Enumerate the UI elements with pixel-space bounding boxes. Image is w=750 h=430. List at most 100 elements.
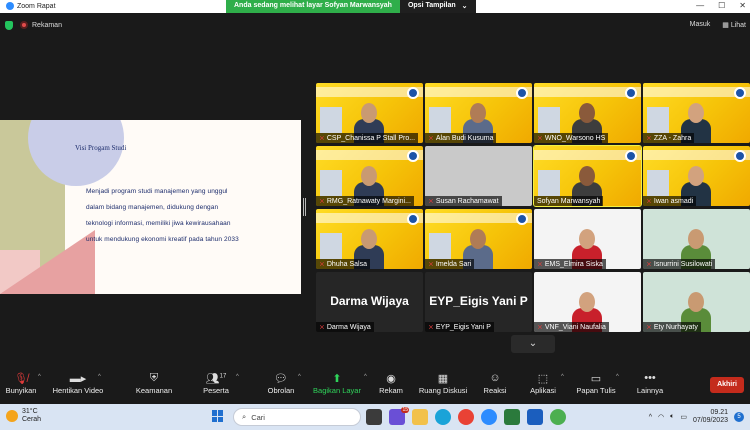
battery-icon[interactable]: ▭ [680, 413, 687, 421]
end-meeting-button[interactable]: Akhiri [710, 377, 744, 393]
unmute-label: Bunyikan [5, 386, 37, 395]
temperature: 31°C [22, 408, 38, 415]
windows-start-button[interactable] [212, 410, 224, 422]
teams-badge: 15 [401, 407, 409, 413]
participant-tile[interactable]: ⨯ Ety Nurhayaty [643, 272, 750, 332]
view-label: Lihat [730, 22, 746, 29]
chat-options-caret[interactable]: ^ [298, 374, 301, 380]
weather-widget[interactable]: 31°C Cerah [6, 408, 41, 424]
video-options-caret[interactable]: ^ [98, 374, 101, 380]
share-options-caret[interactable]: ^ [364, 374, 367, 380]
edge-icon[interactable] [435, 409, 451, 425]
file-explorer-icon[interactable] [412, 409, 428, 425]
minimize-button[interactable]: — [696, 1, 704, 10]
muted-mic-icon: ⨯ [319, 198, 325, 205]
participant-tile[interactable]: ⨯ Alan Budi Kusuma [425, 83, 532, 143]
participant-tile[interactable]: EYP_Eigis Yani P ⨯ EYP_Eigis Yani P [425, 272, 532, 332]
share-screen-button[interactable]: ⬆ Bagikan Layar ^ [312, 372, 367, 395]
participant-tile[interactable]: ⨯ Iwan asmadi [643, 146, 750, 206]
reactions-button[interactable]: ☺ Reaksi [482, 372, 508, 395]
app-title-group: Zoom Rapat [6, 2, 56, 10]
participant-name-label: ⨯ CSP_Chanissa P Stall Pro... [316, 133, 419, 143]
recording-indicator[interactable]: Rekaman [20, 21, 62, 29]
notification-badge[interactable]: 5 [734, 412, 744, 422]
participant-tile[interactable]: ⨯ Dhuha Salsa [316, 209, 423, 269]
participant-tile[interactable]: ⨯ Imelda Sari [425, 209, 532, 269]
apps-options-caret[interactable]: ^ [561, 374, 564, 380]
security-shield-icon[interactable] [5, 21, 13, 30]
split-view-handle[interactable] [302, 198, 306, 216]
speaker-icon[interactable]: 🔈︎ [670, 413, 674, 421]
clock-date: 07/09/2023 [692, 417, 728, 424]
browser-icon[interactable] [550, 409, 566, 425]
slide-body: Menjadi program studi manajemen yang ung… [86, 188, 239, 243]
participant-tile[interactable]: Sofyan Marwansyah [533, 145, 642, 207]
participant-tile[interactable]: ⨯ VNF_Viani Naufalia [534, 272, 641, 332]
view-menu-button[interactable]: ▦ Lihat [722, 21, 746, 29]
gallery-more-button[interactable]: ⌄ [511, 335, 555, 353]
breakout-rooms-button[interactable]: ▦ Ruang Diskusi [418, 372, 468, 395]
apps-icon: ⬚ [537, 373, 549, 385]
more-label: Lainnya [636, 386, 664, 395]
building-image [429, 233, 451, 259]
record-icon: ◉ [386, 373, 396, 385]
chat-button[interactable]: 💬︎ Obrolan ^ [264, 372, 301, 395]
chevron-up-icon[interactable]: ^ [649, 414, 652, 421]
excel-icon[interactable] [504, 409, 520, 425]
whiteboard-options-caret[interactable]: ^ [616, 374, 619, 380]
teams-icon[interactable]: 15 [389, 407, 409, 425]
participant-tile[interactable]: ⨯ CSP_Chanissa P Stall Pro... [316, 83, 423, 143]
muted-mic-icon: ⨯ [646, 324, 652, 331]
stop-video-button[interactable]: ▬▸ Hentikan Video ^ [48, 372, 108, 395]
unmute-button[interactable]: 🎙︎̸ Bunyikan ^ [4, 372, 41, 395]
word-icon[interactable] [527, 409, 543, 425]
building-image [647, 170, 669, 196]
sign-in-link[interactable]: Masuk [690, 21, 711, 29]
participant-tile[interactable]: Darma Wijaya ⨯ Darma Wijaya [316, 272, 423, 332]
muted-mic-icon: ⨯ [428, 198, 434, 205]
maximize-button[interactable]: ☐ [718, 1, 725, 10]
audio-options-caret[interactable]: ^ [38, 374, 41, 380]
screen-share-banner: Anda sedang melihat layar Sofyan Marwans… [226, 0, 476, 13]
task-view-icon[interactable] [366, 409, 382, 425]
muted-mic-icon: ⨯ [537, 261, 543, 268]
participant-tile[interactable]: ⨯ EMS_Elmira Siska [534, 209, 641, 269]
participant-tile[interactable]: ⨯ RMG_Ratnawaty Margini... [316, 146, 423, 206]
whiteboard-button[interactable]: ▭ Papan Tulis ^ [576, 372, 619, 395]
close-button[interactable]: ✕ [739, 1, 746, 10]
participant-tile[interactable]: ⨯ Isnurrini Susilowati [643, 209, 750, 269]
clock[interactable]: 09.21 07/09/2023 [693, 409, 728, 425]
security-button[interactable]: ⛨ Keamanan [134, 372, 174, 395]
record-button[interactable]: ◉ Rekam [374, 372, 408, 395]
participant-display-name: EYP_Eigis Yani P [429, 294, 528, 308]
participant-name: Sofyan Marwansyah [537, 197, 601, 205]
zoom-taskbar-icon[interactable] [481, 409, 497, 425]
participant-tile[interactable]: ⨯ Susan Rachamawat [425, 146, 532, 206]
participants-options-caret[interactable]: ^ [236, 374, 239, 380]
taskbar-search[interactable]: ⌕ Cari [233, 408, 361, 426]
wifi-icon[interactable]: ◠ [658, 413, 664, 421]
participant-tile[interactable]: ⨯ ZZA - Zahra [643, 83, 750, 143]
app-title: Zoom Rapat [17, 2, 56, 10]
participant-name-label: ⨯ VNF_Viani Naufalia [534, 322, 609, 332]
participant-name-label: Sofyan Marwansyah [534, 196, 604, 206]
apps-button[interactable]: ⬚ Aplikasi ^ [527, 372, 564, 395]
muted-mic-icon: ⨯ [428, 135, 434, 142]
university-logo-icon [407, 213, 419, 225]
participant-name: Isnurrini Susilowati [653, 260, 713, 268]
view-options-label: Opsi Tampilan [407, 2, 456, 9]
participant-name-label: ⨯ ZZA - Zahra [643, 133, 695, 143]
chrome-icon[interactable] [458, 409, 474, 425]
more-button[interactable]: ••• Lainnya [634, 372, 666, 395]
view-options-button[interactable]: Opsi Tampilan ⌄ [399, 0, 476, 13]
muted-mic-icon: ⨯ [537, 324, 543, 331]
building-image [320, 170, 342, 196]
participant-name: EMS_Elmira Siska [544, 260, 603, 268]
stop-video-label: Hentikan Video [52, 386, 104, 395]
participant-name: Ety Nurhayaty [653, 323, 698, 331]
participants-button[interactable]: 👥︎17 Peserta ^ [198, 372, 239, 395]
university-logo-icon [407, 150, 419, 162]
participant-tile[interactable]: ⨯ WNO_Warsono HS [534, 83, 641, 143]
muted-mic-icon: 🎙︎̸ [14, 373, 28, 385]
participant-name: Imelda Sari [435, 260, 472, 268]
